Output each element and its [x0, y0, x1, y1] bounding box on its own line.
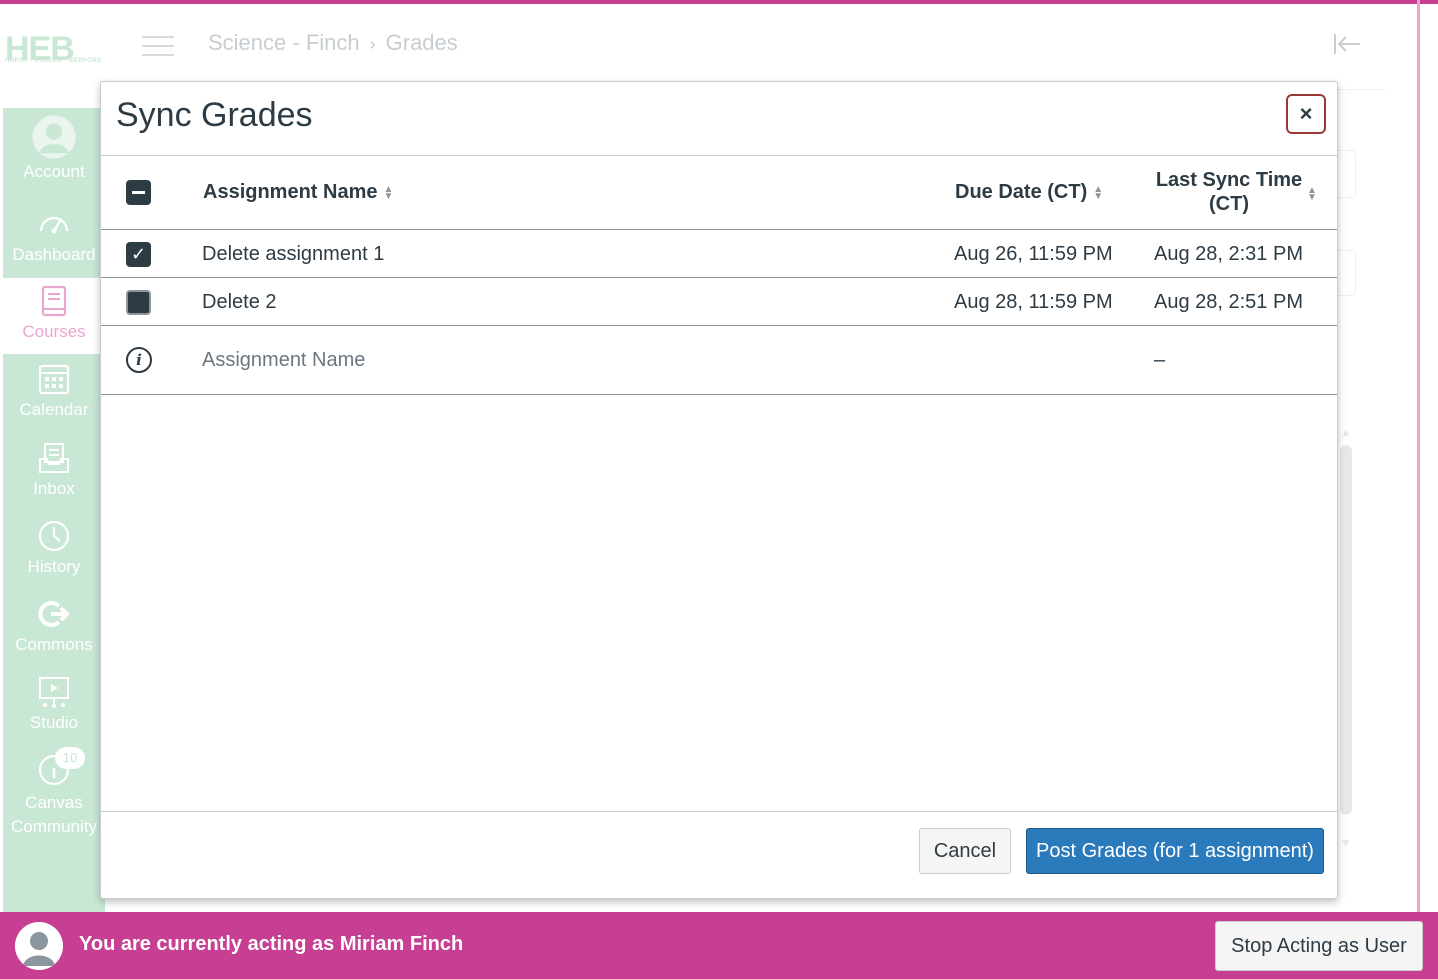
masquerade-message: You are currently acting as Miriam Finch	[79, 933, 464, 955]
nav-canvas-community[interactable]: 10 Canvas Community	[3, 747, 105, 839]
nav-commons[interactable]: Commons	[3, 597, 105, 655]
background-control	[1337, 150, 1356, 198]
modal-title: Sync Grades	[116, 96, 313, 134]
avatar	[15, 922, 63, 970]
info-row: i Assignment Name –	[101, 326, 1337, 395]
assignment-name: Delete 2	[202, 291, 277, 313]
modal-footer: Cancel Post Grades (for 1 assignment)	[101, 811, 1337, 898]
nav-label: Inbox	[33, 479, 75, 498]
row-checkbox[interactable]	[126, 290, 151, 315]
due-date: Aug 26, 11:59 PM	[954, 243, 1113, 265]
scroll-up-icon: ▲	[1340, 425, 1352, 439]
book-icon	[41, 285, 67, 317]
sync-grades-modal: Sync Grades × Assignment Name ▲ ▼ Due Date…	[100, 81, 1338, 899]
column-label: Due Date (CT)	[955, 181, 1088, 203]
column-assignment-name[interactable]: Assignment Name ▲ ▼	[203, 181, 393, 204]
sort-icon: ▲ ▼	[1093, 183, 1104, 202]
commons-icon	[38, 601, 70, 627]
table-row: Delete 2 Aug 28, 11:59 PM Aug 28, 2:51 P…	[101, 278, 1337, 326]
masquerade-bar: You are currently acting as Miriam Finch…	[0, 912, 1438, 979]
nav-label: History	[27, 557, 81, 576]
brand-logo[interactable]: HEB HURST · EULESS · BEDFORD	[3, 4, 105, 108]
collapse-sidebar-icon[interactable]	[1333, 32, 1361, 56]
last-sync-time: Aug 28, 2:31 PM	[1154, 243, 1303, 265]
due-date: Aug 28, 11:59 PM	[954, 291, 1113, 313]
post-grades-button[interactable]: Post Grades (for 1 assignment)	[1026, 828, 1324, 874]
info-sync-time: –	[1154, 349, 1166, 371]
close-button[interactable]: ×	[1286, 94, 1326, 134]
clock-icon	[38, 520, 70, 552]
hamburger-menu-icon[interactable]	[142, 36, 174, 63]
inbox-icon	[39, 443, 69, 473]
user-icon	[15, 922, 63, 970]
column-label: Last Sync Time	[1155, 169, 1303, 191]
sort-icon[interactable]: ▲ ▼	[1307, 186, 1317, 203]
cancel-button[interactable]: Cancel	[919, 828, 1011, 874]
info-assignment-name: Assignment Name	[202, 349, 366, 371]
scroll-down-icon: ▼	[1340, 836, 1352, 850]
breadcrumb-page: Grades	[385, 30, 458, 55]
global-nav: HEB HURST · EULESS · BEDFORD Account Das…	[3, 4, 105, 912]
info-icon: i	[126, 347, 152, 373]
modal-header: Sync Grades ×	[101, 82, 1337, 156]
nav-label: Studio	[29, 713, 79, 732]
column-last-sync-time[interactable]: Last Sync Time (CT)	[1151, 168, 1307, 216]
notification-badge: 10	[55, 747, 85, 769]
nav-label: Dashboard	[12, 245, 96, 264]
nav-inbox[interactable]: Inbox	[3, 441, 105, 499]
chevron-right-icon: ›	[369, 34, 376, 54]
nav-label: Account	[23, 162, 85, 181]
calendar-icon	[38, 364, 70, 395]
user-icon	[32, 115, 76, 159]
studio-icon	[39, 677, 69, 708]
column-label: (CT)	[1209, 193, 1249, 215]
nav-label: Courses	[22, 322, 86, 341]
dashboard-icon	[39, 216, 69, 234]
nav-account[interactable]: Account	[3, 114, 105, 182]
nav-dashboard[interactable]: Dashboard	[3, 207, 105, 265]
checkmark-icon: ✓	[130, 244, 147, 264]
background-control	[1337, 250, 1356, 296]
column-label: Assignment Name	[203, 181, 378, 203]
masquerade-right-border	[1417, 0, 1420, 912]
logo-subtext: HURST · EULESS · BEDFORD	[5, 58, 103, 64]
breadcrumb-course[interactable]: Science - Finch	[208, 30, 360, 55]
nav-calendar[interactable]: Calendar	[3, 362, 105, 420]
nav-label: Commons	[15, 635, 93, 654]
nav-studio[interactable]: Studio	[3, 675, 105, 733]
row-checkbox[interactable]: ✓	[126, 242, 151, 267]
nav-label: Canvas Community	[11, 793, 97, 836]
table-row: ✓ Delete assignment 1 Aug 26, 11:59 PM A…	[101, 230, 1337, 278]
stop-acting-button[interactable]: Stop Acting as User	[1215, 921, 1423, 971]
table-header: Assignment Name ▲ ▼ Due Date (CT) ▲ ▼ Last S…	[101, 156, 1337, 230]
nav-history[interactable]: History	[3, 519, 105, 577]
masquerade-top-border	[0, 0, 1438, 4]
column-due-date[interactable]: Due Date (CT) ▲ ▼	[955, 181, 1103, 204]
nav-courses[interactable]: Courses	[3, 278, 105, 354]
nav-label: Calendar	[19, 400, 89, 419]
sort-icon: ▲ ▼	[383, 183, 394, 202]
last-sync-time: Aug 28, 2:51 PM	[1154, 291, 1303, 313]
select-all-checkbox[interactable]	[126, 180, 151, 205]
background-scrollbar[interactable]	[1340, 445, 1352, 815]
breadcrumb: Science - Finch › Grades	[208, 30, 458, 56]
assignment-name: Delete assignment 1	[202, 243, 385, 265]
